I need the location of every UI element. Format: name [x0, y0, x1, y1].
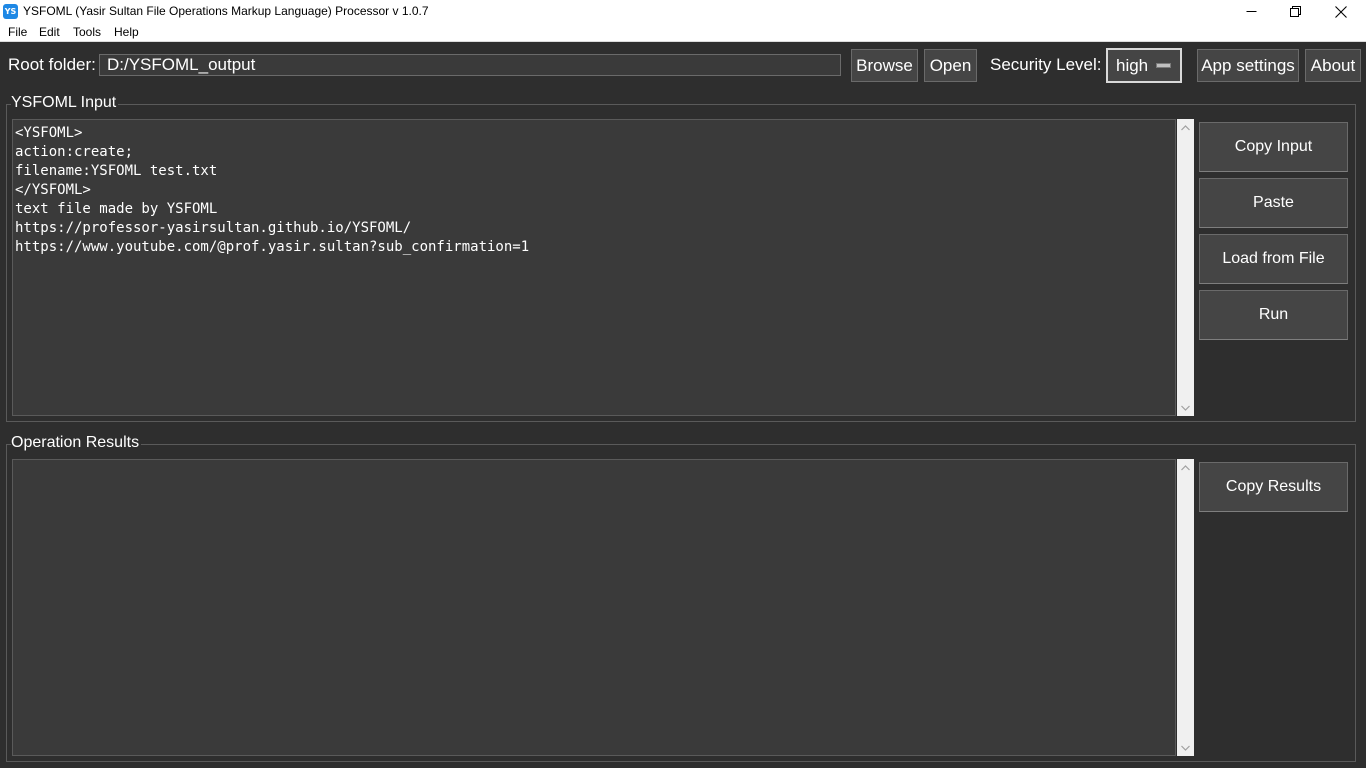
load-from-file-button[interactable]: Load from File — [1199, 234, 1348, 284]
close-button[interactable] — [1318, 0, 1364, 23]
about-button[interactable]: About — [1305, 49, 1361, 82]
scroll-up-icon[interactable] — [1177, 459, 1194, 476]
minimize-button[interactable] — [1228, 0, 1274, 23]
results-group-title: Operation Results — [11, 434, 142, 452]
security-level-label: Security Level: — [990, 55, 1102, 74]
scroll-up-icon[interactable] — [1177, 119, 1194, 136]
root-folder-input[interactable]: D:/YSFOML_output — [99, 54, 841, 76]
maximize-icon — [1289, 6, 1301, 17]
security-level-value: high — [1116, 56, 1149, 75]
browse-button[interactable]: Browse — [851, 49, 918, 82]
scroll-down-icon[interactable] — [1177, 739, 1194, 756]
operation-results-textarea[interactable] — [12, 459, 1176, 756]
scroll-down-icon[interactable] — [1177, 399, 1194, 416]
minimize-icon — [1246, 11, 1256, 12]
root-folder-label: Root folder: — [8, 55, 96, 74]
menu-edit[interactable]: Edit — [39, 25, 60, 39]
window-title: YSFOML (Yasir Sultan File Operations Mar… — [23, 4, 429, 18]
app-settings-button[interactable]: App settings — [1197, 49, 1299, 82]
maximize-button[interactable] — [1272, 0, 1318, 23]
run-button[interactable]: Run — [1199, 290, 1348, 340]
security-level-select[interactable]: high — [1106, 48, 1182, 83]
input-group-title: YSFOML Input — [11, 94, 119, 112]
paste-button[interactable]: Paste — [1199, 178, 1348, 228]
copy-input-button[interactable]: Copy Input — [1199, 122, 1348, 172]
input-scrollbar[interactable] — [1177, 119, 1194, 416]
open-button[interactable]: Open — [924, 49, 977, 82]
title-bar: YS YSFOML (Yasir Sultan File Operations … — [0, 0, 1366, 23]
results-scrollbar[interactable] — [1177, 459, 1194, 756]
menu-tools[interactable]: Tools — [73, 25, 101, 39]
option-menu-indicator-icon — [1156, 63, 1171, 68]
copy-results-button[interactable]: Copy Results — [1199, 462, 1348, 512]
ysfoml-input-textarea[interactable]: <YSFOML> action:create; filename:YSFOML … — [12, 119, 1176, 416]
app-icon: YS — [3, 4, 18, 19]
close-icon — [1335, 5, 1347, 18]
menu-bar: File Edit Tools Help — [0, 23, 1366, 42]
menu-help[interactable]: Help — [114, 25, 139, 39]
toolbar: Root folder: D:/YSFOML_output Browse Ope… — [0, 42, 1366, 88]
menu-file[interactable]: File — [8, 25, 27, 39]
